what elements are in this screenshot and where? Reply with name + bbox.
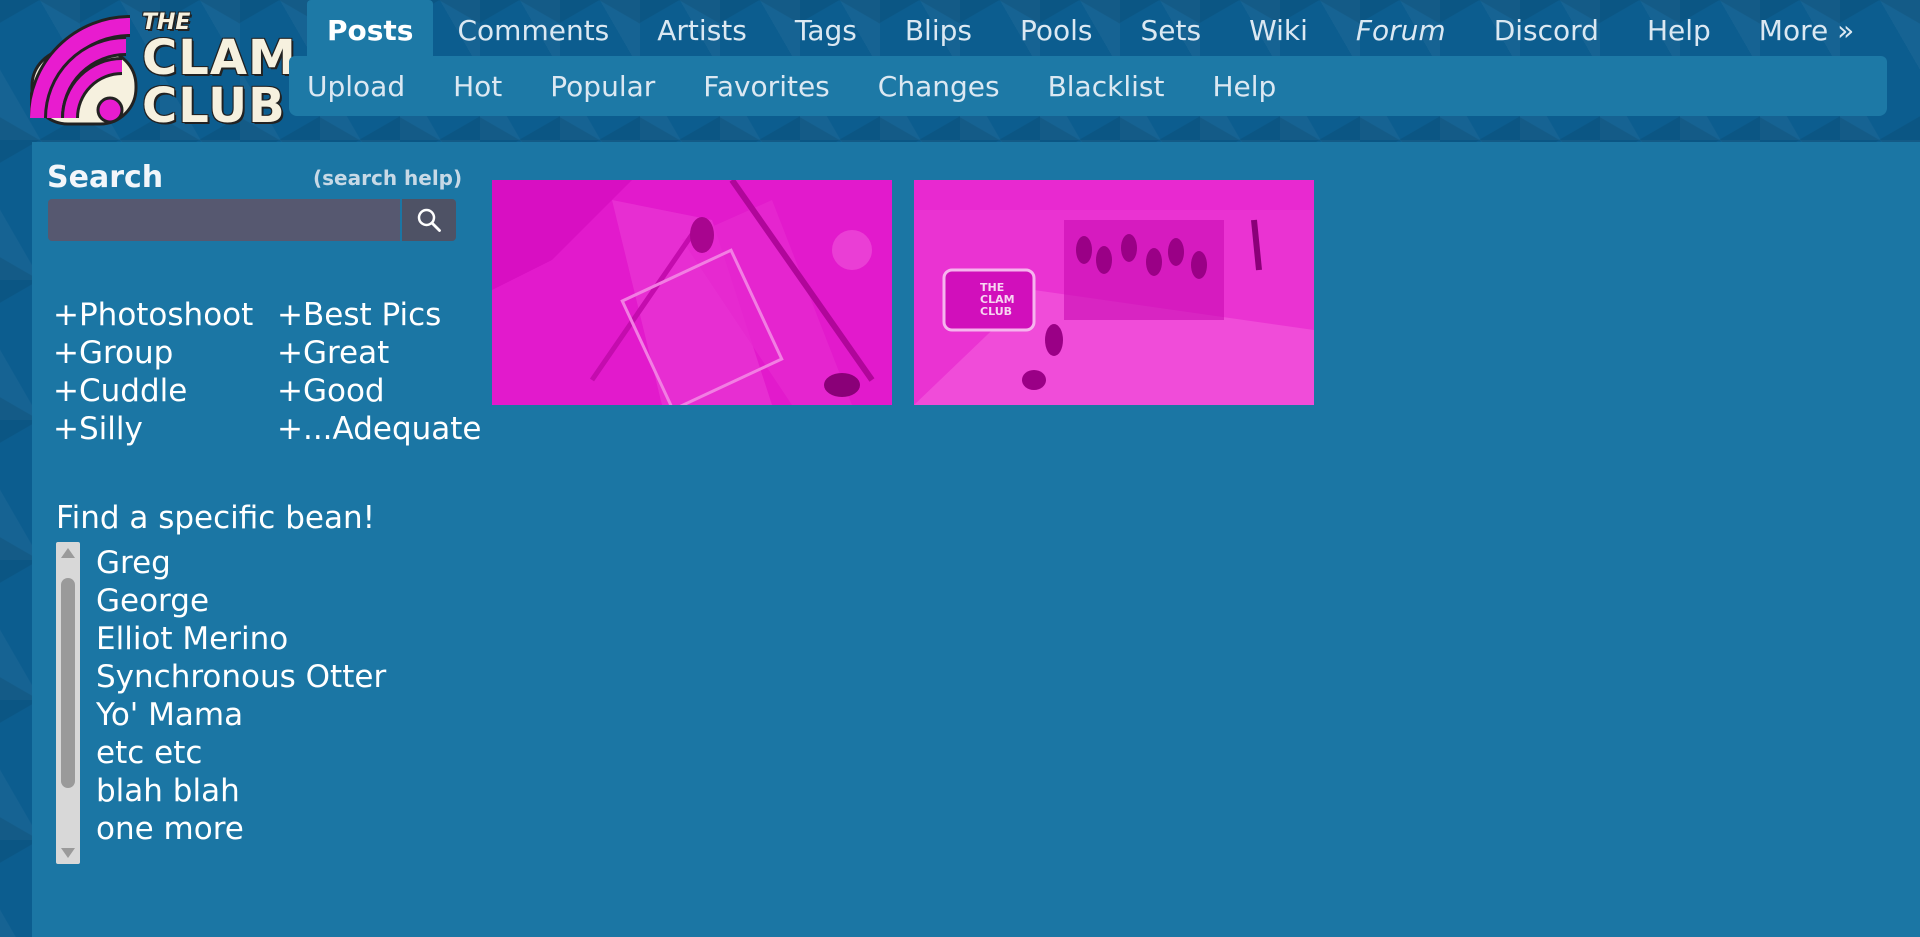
subnav-changes[interactable]: Changes (854, 70, 1024, 103)
bean-item-synchronous-otter[interactable]: Synchronous Otter (96, 658, 386, 696)
logo-text: THE CLAM CLUB (142, 12, 297, 134)
bean-label: Find a specific bean! (56, 500, 376, 536)
nav-posts[interactable]: Posts (307, 0, 434, 56)
scroll-thumb[interactable] (61, 578, 75, 788)
bean-item-etc[interactable]: etc etc (96, 734, 386, 772)
thumb-logo-text: THE CLAM CLUB (980, 282, 1030, 318)
tag-link-good[interactable]: +Good (277, 372, 482, 410)
search-title: Search (47, 160, 164, 195)
logo-clam: CLAM (142, 30, 297, 86)
nav-artists[interactable]: Artists (633, 0, 771, 56)
site-logo[interactable]: THE CLAM CLUB (27, 10, 296, 130)
nav-sets[interactable]: Sets (1117, 0, 1226, 56)
bean-list-scrollbar[interactable] (56, 542, 80, 864)
bean-item-elliot-merino[interactable]: Elliot Merino (96, 620, 386, 658)
tag-links-col2: +Best Pics +Great +Good +...Adequate (277, 296, 482, 448)
nav-more[interactable]: More » (1735, 0, 1878, 56)
subnav-popular[interactable]: Popular (526, 70, 679, 103)
nav-tags[interactable]: Tags (771, 0, 881, 56)
tag-link-silly[interactable]: +Silly (53, 410, 253, 448)
bean-items: Greg George Elliot Merino Synchronous Ot… (96, 544, 386, 848)
wifi-clam-icon (27, 15, 138, 126)
bean-item-blah[interactable]: blah blah (96, 772, 386, 810)
thumb-logo-club: CLUB (980, 305, 1013, 318)
nav-blips[interactable]: Blips (881, 0, 996, 56)
thumbnail-image-1 (492, 180, 892, 405)
bean-item-george[interactable]: George (96, 582, 386, 620)
subnav-help[interactable]: Help (1188, 70, 1300, 103)
nav-forum[interactable]: Forum (1332, 0, 1470, 56)
bean-list[interactable]: Greg George Elliot Merino Synchronous Ot… (56, 542, 386, 864)
thumbnail-image-2 (914, 180, 1314, 405)
tag-link-photoshoot[interactable]: +Photoshoot (53, 296, 253, 334)
nav-pools[interactable]: Pools (996, 0, 1117, 56)
bean-item-greg[interactable]: Greg (96, 544, 386, 582)
tag-link-adequate[interactable]: +...Adequate (277, 410, 482, 448)
nav-discord[interactable]: Discord (1470, 0, 1623, 56)
nav-comments[interactable]: Comments (433, 0, 633, 56)
subnav-blacklist[interactable]: Blacklist (1024, 70, 1189, 103)
sub-nav: Upload Hot Popular Favorites Changes Bla… (289, 56, 1887, 116)
main-nav: Posts Comments Artists Tags Blips Pools … (307, 0, 1878, 56)
search-button[interactable] (402, 199, 456, 241)
tag-link-group[interactable]: +Group (53, 334, 253, 372)
search-icon (417, 208, 441, 232)
post-thumbnail-2[interactable]: THE CLAM CLUB (914, 180, 1314, 405)
subnav-hot[interactable]: Hot (429, 70, 526, 103)
search-input[interactable] (48, 199, 400, 241)
tag-link-great[interactable]: +Great (277, 334, 482, 372)
nav-help[interactable]: Help (1623, 0, 1735, 56)
tag-link-cuddle[interactable]: +Cuddle (53, 372, 253, 410)
logo-club: CLUB (142, 78, 286, 134)
bean-item-one-more[interactable]: one more (96, 810, 386, 848)
post-thumbnail-1[interactable] (492, 180, 892, 405)
nav-wiki[interactable]: Wiki (1225, 0, 1332, 56)
scroll-down-arrow-icon[interactable] (61, 848, 75, 858)
tag-links-col1: +Photoshoot +Group +Cuddle +Silly (53, 296, 253, 448)
scroll-up-arrow-icon[interactable] (61, 548, 75, 558)
subnav-upload[interactable]: Upload (289, 70, 429, 103)
bean-item-yo-mama[interactable]: Yo' Mama (96, 696, 386, 734)
subnav-favorites[interactable]: Favorites (679, 70, 853, 103)
tag-link-best-pics[interactable]: +Best Pics (277, 296, 482, 334)
search-help-link[interactable]: (search help) (313, 166, 462, 190)
